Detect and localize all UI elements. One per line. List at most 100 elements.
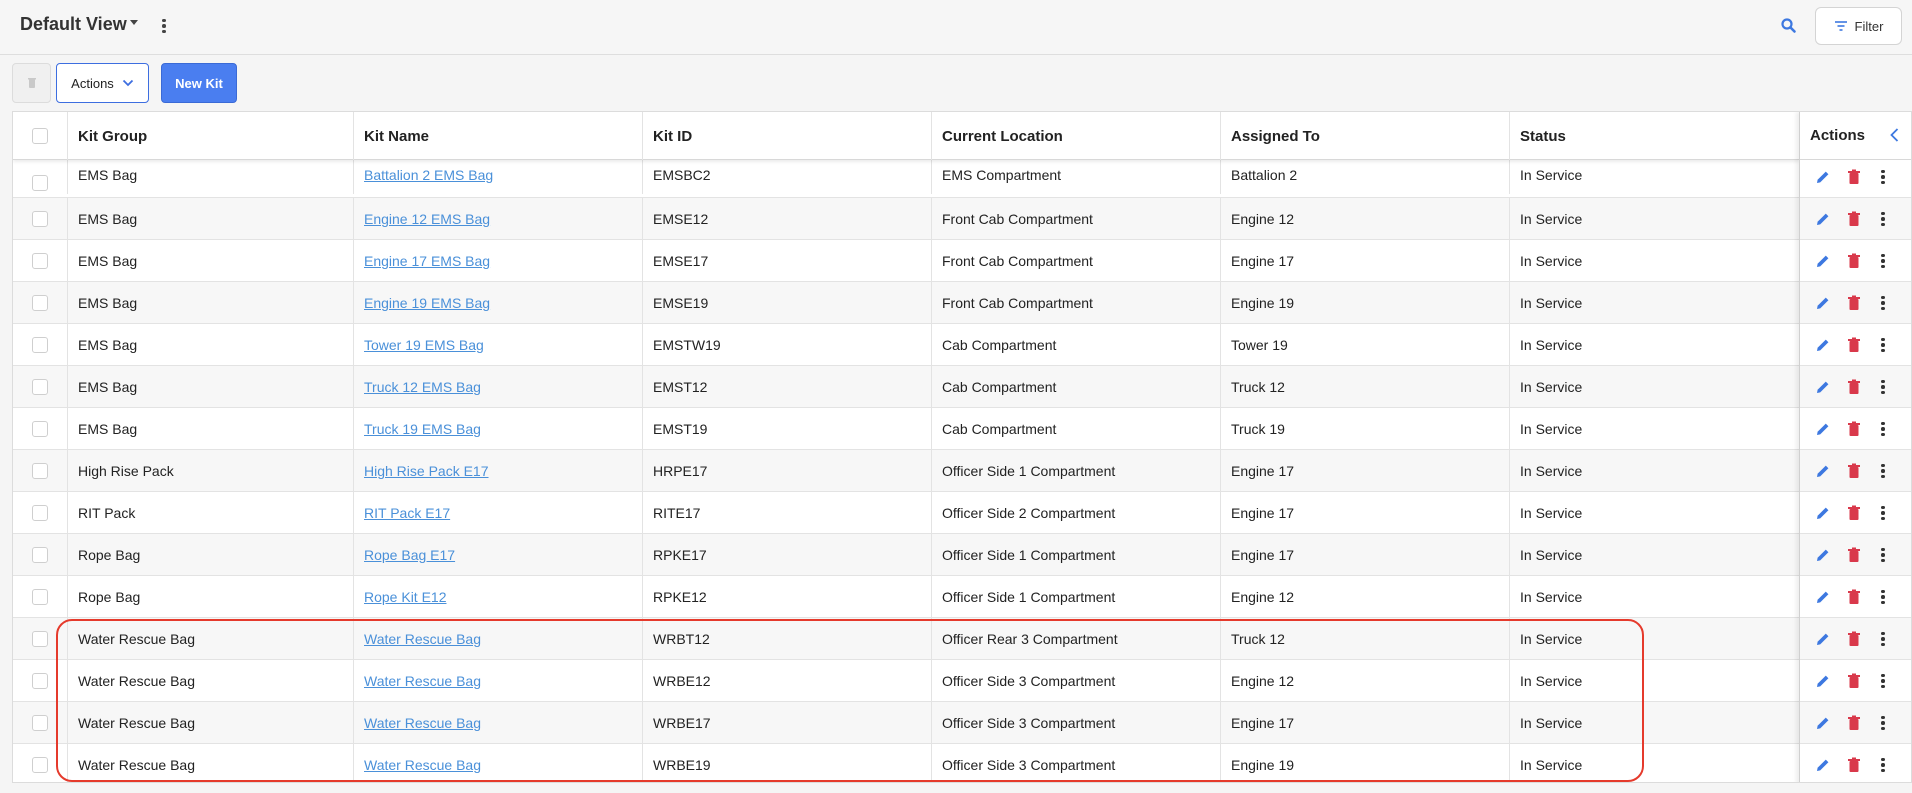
cell-status-text: In Service: [1520, 715, 1583, 731]
kit-name-link[interactable]: Water Rescue Bag: [364, 631, 481, 647]
trash-icon[interactable]: [1845, 714, 1863, 732]
kebab-icon[interactable]: [1874, 378, 1892, 396]
kebab-icon[interactable]: [1874, 714, 1892, 732]
kebab-icon[interactable]: [1874, 504, 1892, 522]
kebab-icon[interactable]: [1874, 252, 1892, 270]
kebab-icon[interactable]: [1874, 168, 1892, 186]
kit-name-link[interactable]: Rope Kit E12: [364, 589, 447, 605]
pencil-icon[interactable]: [1814, 630, 1832, 648]
kit-name-link[interactable]: Truck 12 EMS Bag: [364, 379, 481, 395]
trash-icon[interactable]: [1845, 546, 1863, 564]
trash-icon[interactable]: [1845, 252, 1863, 270]
kebab-icon[interactable]: [1874, 294, 1892, 312]
trash-icon[interactable]: [1845, 672, 1863, 690]
row-actions: [1800, 702, 1911, 744]
kebab-icon[interactable]: [1874, 630, 1892, 648]
column-header-current-location[interactable]: Current Location: [932, 112, 1221, 160]
pencil-icon[interactable]: [1814, 588, 1832, 606]
trash-icon[interactable]: [1845, 168, 1863, 186]
kebab-icon[interactable]: [1874, 588, 1892, 606]
actions-dropdown-button[interactable]: Actions: [56, 63, 149, 103]
row-checkbox[interactable]: [32, 505, 48, 521]
view-menu-kebab-icon[interactable]: [160, 16, 168, 36]
select-all-checkbox[interactable]: [32, 128, 48, 144]
pencil-icon[interactable]: [1814, 378, 1832, 396]
chevron-left-icon[interactable]: [1886, 126, 1904, 144]
row-checkbox[interactable]: [32, 715, 48, 731]
pencil-icon[interactable]: [1814, 252, 1832, 270]
pencil-icon[interactable]: [1814, 168, 1832, 186]
trash-icon[interactable]: [1845, 336, 1863, 354]
pencil-icon[interactable]: [1814, 714, 1832, 732]
pencil-icon[interactable]: [1814, 420, 1832, 438]
new-kit-button[interactable]: New Kit: [161, 63, 237, 103]
pencil-icon[interactable]: [1814, 504, 1832, 522]
column-header-kit-id[interactable]: Kit ID: [643, 112, 932, 160]
column-header-kit-name[interactable]: Kit Name: [354, 112, 643, 160]
trash-icon[interactable]: [1845, 294, 1863, 312]
kebab-icon[interactable]: [1874, 546, 1892, 564]
pencil-icon[interactable]: [1814, 546, 1832, 564]
bulk-delete-button[interactable]: [12, 63, 51, 103]
kebab-icon[interactable]: [1874, 210, 1892, 228]
row-checkbox[interactable]: [32, 337, 48, 353]
pencil-icon[interactable]: [1814, 756, 1832, 774]
row-checkbox[interactable]: [32, 631, 48, 647]
kit-name-link[interactable]: Rope Bag E17: [364, 547, 455, 563]
cell-kit-name: Tower 19 EMS Bag: [354, 324, 643, 366]
kebab-icon[interactable]: [1874, 756, 1892, 774]
row-checkbox[interactable]: [32, 175, 48, 191]
row-checkbox[interactable]: [32, 589, 48, 605]
row-checkbox[interactable]: [32, 253, 48, 269]
table-row: EMS Bag Engine 17 EMS Bag EMSE17 Front Cab …: [13, 240, 1799, 282]
view-selector-label[interactable]: Default View: [20, 14, 127, 35]
pencil-icon[interactable]: [1814, 462, 1832, 480]
kebab-icon[interactable]: [1874, 420, 1892, 438]
row-checkbox[interactable]: [32, 421, 48, 437]
row-checkbox[interactable]: [32, 295, 48, 311]
pencil-icon[interactable]: [1814, 294, 1832, 312]
kit-name-link[interactable]: Engine 17 EMS Bag: [364, 253, 490, 269]
trash-icon[interactable]: [1845, 504, 1863, 522]
row-checkbox[interactable]: [32, 211, 48, 227]
row-checkbox[interactable]: [32, 463, 48, 479]
pencil-icon[interactable]: [1814, 672, 1832, 690]
cell-kit-name: Rope Bag E17: [354, 534, 643, 576]
column-header-kit-group[interactable]: Kit Group: [68, 112, 354, 160]
row-checkbox[interactable]: [32, 547, 48, 563]
cell-assigned-to-text: Engine 17: [1231, 547, 1295, 563]
kebab-icon[interactable]: [1874, 672, 1892, 690]
row-actions: [1800, 408, 1911, 450]
trash-icon[interactable]: [1845, 210, 1863, 228]
row-checkbox[interactable]: [32, 673, 48, 689]
row-checkbox[interactable]: [32, 757, 48, 773]
kit-name-link[interactable]: Engine 19 EMS Bag: [364, 295, 490, 311]
column-header-assigned-to[interactable]: Assigned To: [1221, 112, 1510, 160]
kit-name-link[interactable]: Water Rescue Bag: [364, 757, 481, 773]
cell-assigned-to-text: Tower 19: [1231, 337, 1288, 353]
kebab-icon[interactable]: [1874, 336, 1892, 354]
cell-status: In Service: [1510, 660, 1799, 702]
caret-down-icon[interactable]: [130, 20, 138, 25]
kebab-icon[interactable]: [1874, 462, 1892, 480]
kit-name-link[interactable]: Battalion 2 EMS Bag: [364, 167, 493, 183]
trash-icon[interactable]: [1845, 588, 1863, 606]
filter-button[interactable]: Filter: [1815, 7, 1902, 45]
kit-name-link[interactable]: Water Rescue Bag: [364, 715, 481, 731]
kit-name-link[interactable]: Tower 19 EMS Bag: [364, 337, 484, 353]
column-header-status[interactable]: Status: [1510, 112, 1799, 160]
kit-name-link[interactable]: Water Rescue Bag: [364, 673, 481, 689]
trash-icon[interactable]: [1845, 756, 1863, 774]
kit-name-link[interactable]: Engine 12 EMS Bag: [364, 211, 490, 227]
search-icon[interactable]: [1779, 16, 1799, 36]
row-checkbox[interactable]: [32, 379, 48, 395]
trash-icon[interactable]: [1845, 630, 1863, 648]
trash-icon[interactable]: [1845, 462, 1863, 480]
pencil-icon[interactable]: [1814, 336, 1832, 354]
trash-icon[interactable]: [1845, 378, 1863, 396]
pencil-icon[interactable]: [1814, 210, 1832, 228]
kit-name-link[interactable]: Truck 19 EMS Bag: [364, 421, 481, 437]
trash-icon[interactable]: [1845, 420, 1863, 438]
kit-name-link[interactable]: High Rise Pack E17: [364, 463, 489, 479]
kit-name-link[interactable]: RIT Pack E17: [364, 505, 450, 521]
